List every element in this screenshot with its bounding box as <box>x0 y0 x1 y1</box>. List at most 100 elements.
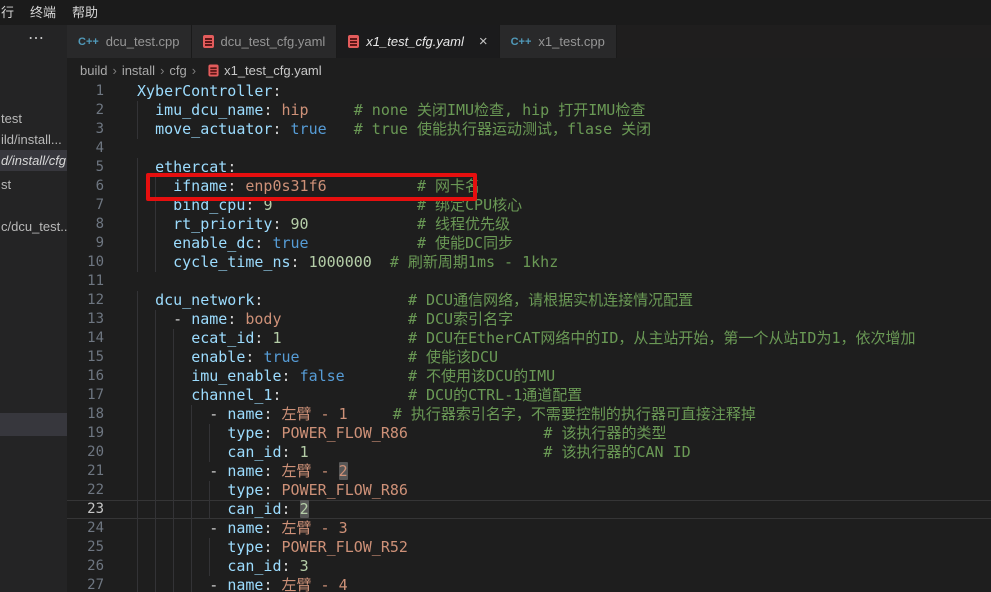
line-number[interactable]: 8 <box>67 215 104 234</box>
code-line[interactable]: 6 ifname: enp0s31f6 # 网卡名 <box>67 177 991 196</box>
code-line[interactable]: 14 ecat_id: 1 # DCU在EtherCAT网络中的ID，从主站开始… <box>67 329 991 348</box>
sidebar-selected-empty-row[interactable] <box>0 413 67 436</box>
indent-guide <box>137 120 138 139</box>
indent-guide <box>155 367 156 386</box>
line-number[interactable]: 5 <box>67 158 104 177</box>
line-number[interactable]: 24 <box>67 519 104 538</box>
token-ws <box>137 291 155 309</box>
occurrence-highlight: 2 <box>339 462 348 480</box>
indent-guide <box>155 462 156 481</box>
line-number[interactable]: 9 <box>67 234 104 253</box>
tab-dcu_test_cfg.yaml[interactable]: dcu_test_cfg.yaml <box>192 25 338 58</box>
code-line[interactable]: 19 type: POWER_FLOW_R86 # 该执行器的类型 <box>67 424 991 443</box>
token-ws <box>327 120 354 138</box>
close-icon[interactable]: × <box>479 34 488 49</box>
code-line[interactable]: 5 ethercat: <box>67 158 991 177</box>
chevron-right-icon: › <box>192 63 196 78</box>
code-line[interactable]: 7 bind_cpu: 9 # 绑定CPU核心 <box>67 196 991 215</box>
breadcrumb-cfg[interactable]: cfg <box>169 63 186 78</box>
menu-bar: 行 终端 帮助 <box>0 0 991 25</box>
line-number[interactable]: 15 <box>67 348 104 367</box>
line-number[interactable]: 1 <box>67 82 104 101</box>
code-line[interactable]: 17 channel_1: # DCU的CTRL-1通道配置 <box>67 386 991 405</box>
breadcrumb-install[interactable]: install <box>122 63 155 78</box>
token-ws <box>408 424 543 442</box>
code-line[interactable]: 3 move_actuator: true # true 使能执行器运动测试，f… <box>67 120 991 139</box>
line-number[interactable]: 25 <box>67 538 104 557</box>
token-num: 1000000 <box>309 253 372 271</box>
line-number[interactable]: 11 <box>67 272 104 291</box>
code-text: bind_cpu: 9 # 绑定CPU核心 <box>104 196 522 215</box>
tab-x1_test.cpp[interactable]: C++x1_test.cpp <box>500 25 617 58</box>
indent-guide <box>155 329 156 348</box>
code-line[interactable]: 8 rt_priority: 90 # 线程优先级 <box>67 215 991 234</box>
breadcrumb-build[interactable]: build <box>80 63 107 78</box>
line-number[interactable]: 12 <box>67 291 104 310</box>
breadcrumb-file[interactable]: x1_test_cfg.yaml <box>224 63 322 78</box>
tab-x1_test_cfg.yaml[interactable]: x1_test_cfg.yaml× <box>337 25 499 58</box>
cpp-file-icon: C++ <box>511 36 532 48</box>
code-line[interactable]: 9 enable_dc: true # 使能DC同步 <box>67 234 991 253</box>
line-number[interactable]: 27 <box>67 576 104 592</box>
code-line[interactable]: 20 can_id: 1 # 该执行器的CAN ID <box>67 443 991 462</box>
code-line[interactable]: 23 can_id: 2 <box>67 500 991 519</box>
line-number[interactable]: 13 <box>67 310 104 329</box>
code-line[interactable]: 12 dcu_network: # DCU通信网络，请根据实机连接情况配置 <box>67 291 991 310</box>
line-number[interactable]: 19 <box>67 424 104 443</box>
token-str: body <box>245 310 281 328</box>
line-number[interactable]: 7 <box>67 196 104 215</box>
code-text: channel_1: # DCU的CTRL-1通道配置 <box>104 386 582 405</box>
code-line[interactable]: 16 imu_enable: false # 不使用该DCU的IMU <box>67 367 991 386</box>
indent-guide <box>137 253 138 272</box>
code-text <box>104 139 137 158</box>
code-editor[interactable]: 1XyberController:2 imu_dcu_name: hip # n… <box>67 82 991 592</box>
code-line[interactable]: 4 <box>67 139 991 158</box>
line-number[interactable]: 14 <box>67 329 104 348</box>
token-ws <box>309 234 417 252</box>
editor-group: C++dcu_test.cppdcu_test_cfg.yamlx1_test_… <box>67 25 991 592</box>
sidebar-item[interactable]: st <box>0 174 67 195</box>
line-number[interactable]: 4 <box>67 139 104 158</box>
code-line[interactable]: 10 cycle_time_ns: 1000000 # 刷新周期1ms - 1k… <box>67 253 991 272</box>
code-line[interactable]: 11 <box>67 272 991 291</box>
indent-guide <box>137 500 138 519</box>
line-number[interactable]: 22 <box>67 481 104 500</box>
line-number[interactable]: 18 <box>67 405 104 424</box>
code-line[interactable]: 22 type: POWER_FLOW_R86 <box>67 481 991 500</box>
code-line[interactable]: 24 - name: 左臂 - 3 <box>67 519 991 538</box>
tab-dcu_test.cpp[interactable]: C++dcu_test.cpp <box>67 25 192 58</box>
indent-guide <box>173 367 174 386</box>
line-number[interactable]: 16 <box>67 367 104 386</box>
token-key: imu_dcu_name <box>155 101 263 119</box>
code-text: - name: 左臂 - 3 <box>104 519 348 538</box>
line-number[interactable]: 20 <box>67 443 104 462</box>
menu-item-terminal[interactable]: 终端 <box>22 0 64 25</box>
sidebar-item[interactable]: test <box>0 108 67 129</box>
code-line[interactable]: 27 - name: 左臂 - 4 <box>67 576 991 592</box>
sidebar-item[interactable]: ild/install... <box>0 129 67 150</box>
token-key: name <box>227 576 263 592</box>
token-key: XyberController <box>137 82 272 100</box>
line-number[interactable]: 23 <box>67 500 104 519</box>
code-line[interactable]: 2 imu_dcu_name: hip # none 关闭IMU检查, hip … <box>67 101 991 120</box>
code-line[interactable]: 15 enable: true # 使能该DCU <box>67 348 991 367</box>
sidebar-item[interactable]: c/dcu_test... <box>0 216 67 237</box>
line-number[interactable]: 21 <box>67 462 104 481</box>
menu-item-help[interactable]: 帮助 <box>64 0 106 25</box>
line-number[interactable]: 10 <box>67 253 104 272</box>
more-actions-icon[interactable]: ⋯ <box>28 28 45 48</box>
line-number[interactable]: 3 <box>67 120 104 139</box>
code-line[interactable]: 18 - name: 左臂 - 1 # 执行器索引名字，不需要控制的执行器可直接… <box>67 405 991 424</box>
sidebar-item[interactable]: d/install/cfg <box>0 150 67 171</box>
code-line[interactable]: 13 - name: body # DCU索引名字 <box>67 310 991 329</box>
code-text: imu_enable: false # 不使用该DCU的IMU <box>104 367 555 386</box>
code-line[interactable]: 1XyberController: <box>67 82 991 101</box>
line-number[interactable]: 2 <box>67 101 104 120</box>
code-line[interactable]: 25 type: POWER_FLOW_R52 <box>67 538 991 557</box>
line-number[interactable]: 6 <box>67 177 104 196</box>
code-line[interactable]: 26 can_id: 3 <box>67 557 991 576</box>
line-number[interactable]: 17 <box>67 386 104 405</box>
code-line[interactable]: 21 - name: 左臂 - 2 <box>67 462 991 481</box>
menu-item-run[interactable]: 行 <box>0 0 22 25</box>
line-number[interactable]: 26 <box>67 557 104 576</box>
